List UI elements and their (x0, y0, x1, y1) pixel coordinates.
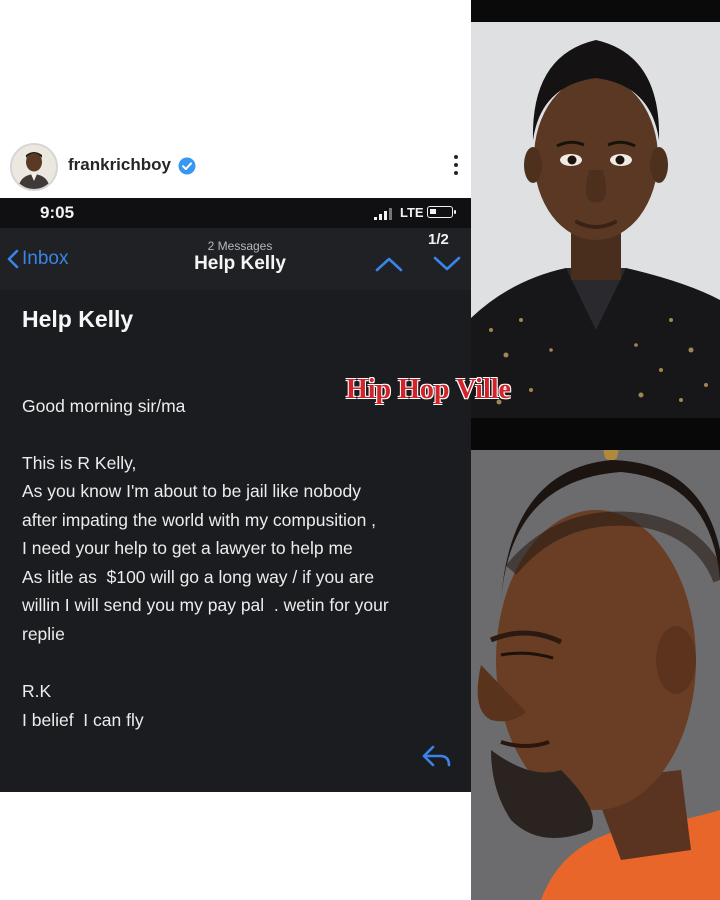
email-line: As you know I'm about to be jail like no… (22, 481, 361, 501)
mail-screenshot: 9:05 LTE Inbox 2 Messages Help Kelly 1/2… (0, 198, 471, 792)
email-line: after impating the world with my compusi… (22, 510, 377, 530)
avatar[interactable] (10, 143, 58, 191)
email-line: I belief I can fly (22, 710, 144, 730)
avatar-portrait (12, 145, 56, 189)
email-line: This is R Kelly, (22, 453, 137, 473)
email-line: willin I will send you my pay pal . weti… (22, 595, 389, 615)
message-count: 2 Messages (207, 239, 273, 253)
username[interactable]: frankrichboy (68, 155, 171, 175)
chevron-down-icon[interactable] (432, 254, 462, 274)
network-label: LTE (400, 205, 424, 220)
page-indicator: 1/2 (428, 231, 449, 248)
email-signature: R.K (22, 681, 52, 701)
mail-nav-bar: Inbox 2 Messages Help Kelly 1/2 (0, 228, 471, 290)
reply-icon[interactable] (421, 744, 453, 770)
portrait-image (471, 450, 720, 900)
email-line: replie (22, 624, 65, 644)
email-line: As litle as $100 will go a long way / if… (22, 567, 375, 587)
email-line: I need your help to get a lawyer to help… (22, 538, 353, 558)
status-time: 9:05 (40, 203, 75, 222)
photo-portrait-bottom (471, 450, 720, 900)
status-bar: 9:05 LTE (0, 198, 471, 228)
verified-badge-icon (178, 157, 196, 175)
signal-icon (374, 208, 394, 220)
email-subject: Help Kelly (22, 306, 134, 332)
email-line: Good morning sir/ma (22, 396, 186, 416)
mail-body: Help Kelly Good morning sir/ma This is R… (0, 290, 471, 792)
kebab-menu-icon[interactable] (452, 152, 460, 180)
battery-icon (427, 206, 456, 218)
watermark: Hip Hop Ville (346, 374, 511, 405)
chevron-up-icon[interactable] (374, 254, 404, 274)
post-header: frankrichboy (0, 138, 471, 196)
